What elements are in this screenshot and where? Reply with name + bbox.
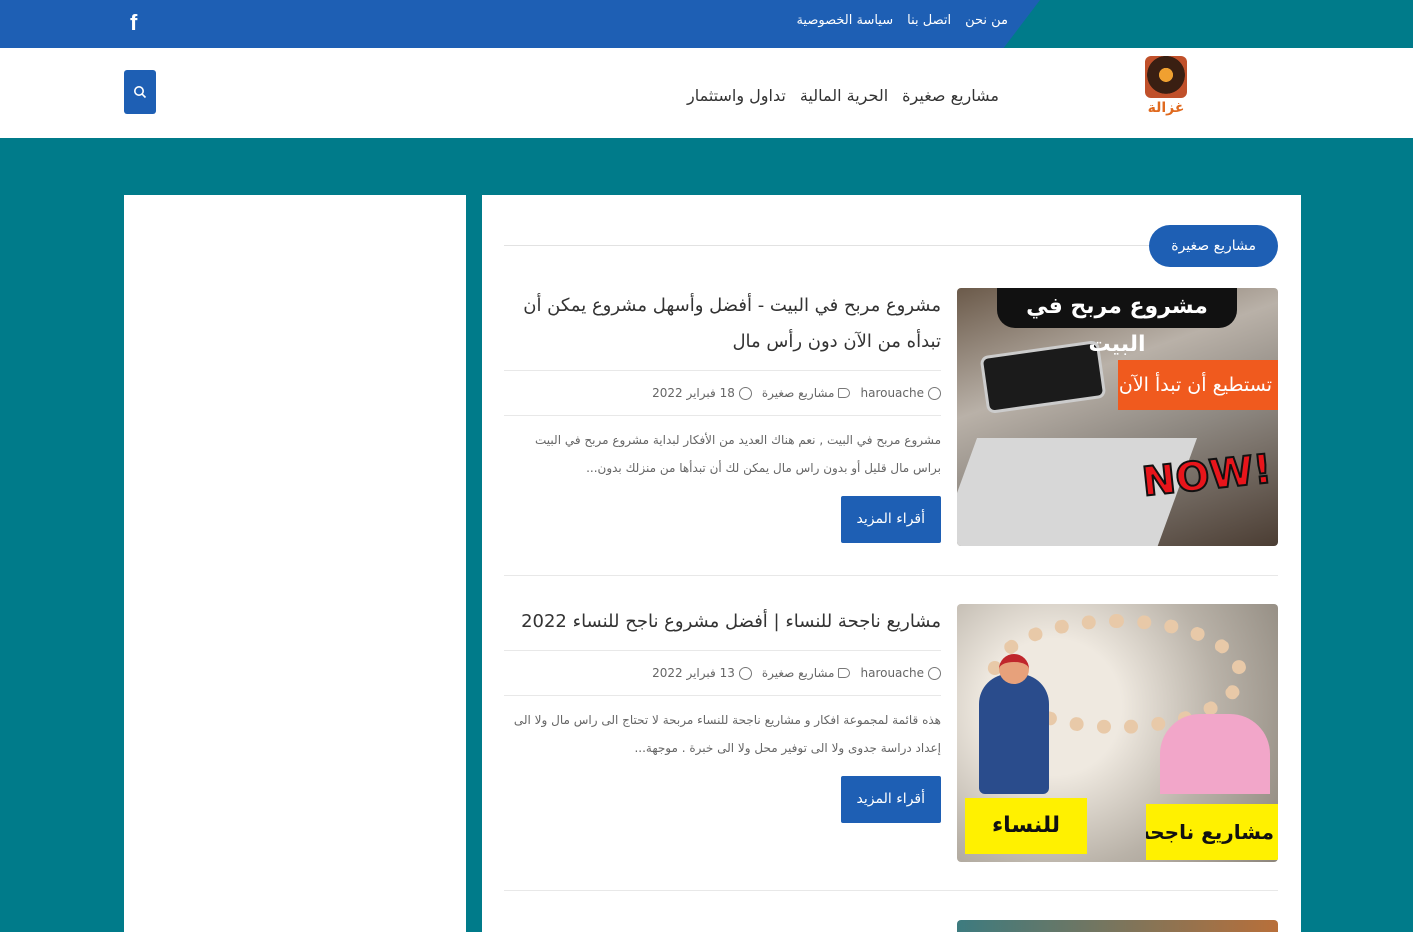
thumb-banner: مشروع مربح في البيت: [997, 288, 1237, 357]
section-rule: [504, 245, 1158, 246]
section-header: مشاريع صغيرة: [504, 225, 1278, 267]
post-excerpt: مشروع مربح في البيت , نعم هناك العديد من…: [535, 433, 941, 475]
post-divider: [504, 890, 1278, 891]
post-category[interactable]: مشاريع صغيرة: [762, 661, 851, 685]
logo-text: غزالة: [1147, 100, 1185, 116]
post-author[interactable]: harouache: [860, 381, 941, 405]
post-title[interactable]: مشاريع ناجحة للنساء | أفضل مشروع ناجح لل…: [504, 604, 941, 640]
post-date: 18 فبراير 2022: [652, 381, 752, 405]
post-thumbnail[interactable]: مشروع مربح في البيت تستطيع أن تبدأ الآن …: [957, 288, 1278, 546]
divider: [504, 695, 941, 696]
post-date: 13 فبراير 2022: [652, 661, 752, 685]
tag-icon: [838, 668, 851, 678]
crowd-illustration: [1160, 714, 1270, 794]
main-nav: مشاريع صغيرة الحرية المالية تداول واستثم…: [687, 86, 999, 105]
post-body: مشروع مربح في البيت - أفضل وأسهل مشروع ي…: [504, 288, 941, 543]
post-category[interactable]: مشاريع صغيرة: [762, 381, 851, 405]
link-contact[interactable]: اتصل بنا: [907, 13, 951, 28]
search-icon: [134, 86, 147, 99]
clock-icon: [738, 666, 752, 680]
post-thumbnail[interactable]: [957, 920, 1278, 932]
section-title[interactable]: مشاريع صغيرة: [1149, 225, 1278, 267]
user-icon: [928, 666, 941, 680]
site-logo[interactable]: غزالة: [1141, 56, 1191, 116]
divider: [504, 415, 941, 416]
search-button[interactable]: [124, 70, 156, 114]
facebook-icon[interactable]: f: [130, 10, 137, 36]
user-icon: [928, 386, 941, 400]
woman-illustration: [979, 654, 1049, 794]
divider: [504, 370, 941, 371]
phone-image: [979, 339, 1107, 415]
read-more-button[interactable]: أقراء المزيد: [840, 776, 941, 823]
nav-financial-freedom[interactable]: الحرية المالية: [800, 86, 888, 105]
post-body: مشاريع ناجحة للنساء | أفضل مشروع ناجح لل…: [504, 604, 941, 823]
clock-icon: [738, 386, 752, 400]
post-author[interactable]: harouache: [860, 661, 941, 685]
post-card: [504, 920, 1278, 932]
link-about[interactable]: من نحن: [965, 13, 1008, 28]
post-card: للنساء مشاريع ناجحة مشاريع ناجحة للنساء …: [504, 604, 1278, 862]
divider: [504, 650, 941, 651]
post-divider: [504, 575, 1278, 576]
top-links: سياسة الخصوصية اتصل بنا من نحن: [796, 13, 1008, 28]
post-card: مشروع مربح في البيت تستطيع أن تبدأ الآن …: [504, 288, 1278, 546]
post-title[interactable]: مشروع مربح في البيت - أفضل وأسهل مشروع ي…: [504, 288, 941, 360]
sidebar: [124, 195, 466, 932]
nav-small-projects[interactable]: مشاريع صغيرة: [902, 86, 999, 105]
post-excerpt: هذه قائمة لمجموعة افكار و مشاريع ناجحة ل…: [513, 713, 941, 755]
post-thumbnail[interactable]: للنساء مشاريع ناجحة: [957, 604, 1278, 862]
post-meta: harouache مشاريع صغيرة 18 فبراير 2022: [504, 381, 941, 405]
post-meta: harouache مشاريع صغيرة 13 فبراير 2022: [504, 661, 941, 685]
tag-icon: [838, 388, 851, 398]
read-more-button[interactable]: أقراء المزيد: [840, 496, 941, 543]
link-privacy[interactable]: سياسة الخصوصية: [796, 13, 893, 28]
thumb-label-women: للنساء: [965, 798, 1087, 854]
lion-logo-icon: [1145, 56, 1187, 98]
nav-trading-investing[interactable]: تداول واستثمار: [687, 86, 786, 105]
main-content: مشاريع صغيرة مشروع مربح في البيت تستطيع …: [482, 195, 1301, 932]
thumb-orange-label: تستطيع أن تبدأ الآن: [1118, 360, 1278, 410]
thumb-label-projects: مشاريع ناجحة: [1146, 804, 1278, 860]
